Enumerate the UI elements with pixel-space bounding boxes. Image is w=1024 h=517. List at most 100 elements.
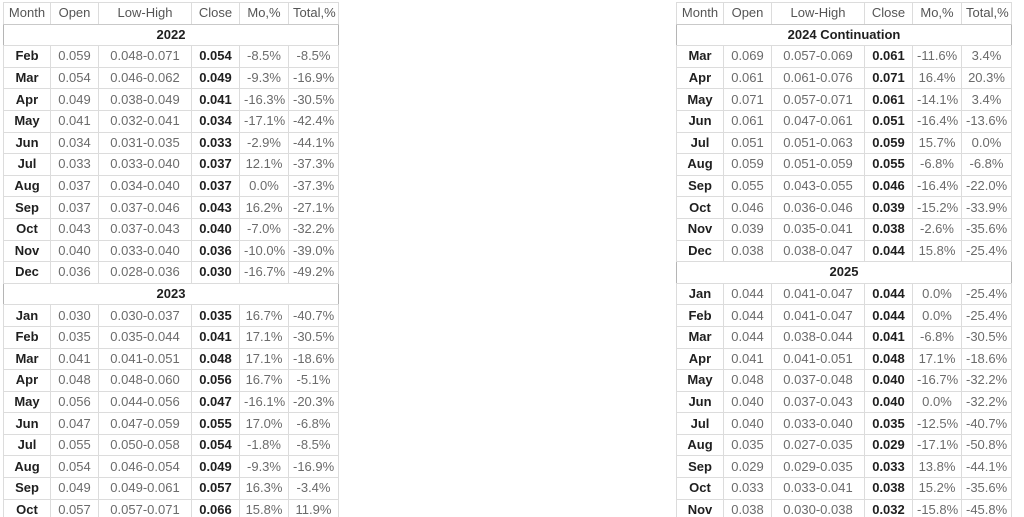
cell-monthly-pct: -16.7% [239,261,289,284]
cell-low-high: 0.027-0.035 [771,433,865,457]
cell-total-pct: -16.9% [288,455,339,479]
table-row: Sep 0.055 0.043-0.055 0.046 -16.4% -22.0% [676,174,1012,198]
column-header-month: Month [676,2,724,25]
cell-monthly-pct: 0.0% [912,390,962,414]
cell-month: Oct [3,498,51,517]
year-label: 2025 [676,261,1012,284]
historical-table-container: Month Open Low-High Close Mo,% Total,% 2022 Fe… [3,2,339,517]
table-row: Dec 0.036 0.028-0.036 0.030 -16.7% -49.2% [3,261,339,284]
cell-month: Feb [676,304,724,327]
table-row: Apr 0.049 0.038-0.049 0.041 -16.3% -30.5% [3,88,339,111]
cell-open: 0.041 [50,109,99,133]
cell-close: 0.043 [191,196,240,219]
cell-low-high: 0.051-0.059 [771,153,865,176]
cell-close: 0.041 [191,325,240,349]
cell-low-high: 0.038-0.047 [771,239,865,263]
cell-close: 0.059 [864,131,913,155]
cell-close: 0.057 [191,477,240,500]
cell-total-pct: -39.0% [288,239,339,263]
cell-total-pct: -30.5% [961,325,1012,349]
cell-total-pct: -32.2% [961,369,1012,392]
cell-monthly-pct: 0.0% [912,282,962,306]
cell-low-high: 0.051-0.063 [771,131,865,155]
table-row: Jul 0.055 0.050-0.058 0.054 -1.8% -8.5% [3,433,339,457]
cell-low-high: 0.057-0.069 [771,45,865,68]
cell-month: Oct [676,477,724,500]
cell-month: Mar [3,66,51,90]
table-row: Sep 0.029 0.029-0.035 0.033 13.8% -44.1% [676,455,1012,479]
cell-open: 0.043 [50,217,99,241]
table-row: Jan 0.044 0.041-0.047 0.044 0.0% -25.4% [676,282,1012,306]
cell-close: 0.038 [864,217,913,241]
year-separator-row: 2024 Continuation [676,23,1012,47]
cell-low-high: 0.050-0.058 [98,433,192,457]
cell-monthly-pct: -15.8% [912,498,962,517]
cell-month: Aug [3,174,51,198]
table-row: Mar 0.069 0.057-0.069 0.061 -11.6% 3.4% [676,45,1012,68]
cell-open: 0.055 [50,433,99,457]
cell-total-pct: -44.1% [288,131,339,155]
cell-total-pct: -42.4% [288,109,339,133]
cell-low-high: 0.041-0.051 [98,347,192,371]
cell-open: 0.048 [723,369,772,392]
cell-monthly-pct: 0.0% [239,174,289,198]
cell-open: 0.040 [723,412,772,435]
table-header: Month Open Low-High Close Mo,% Total,% [676,2,1012,25]
column-header-monthly-pct: Mo,% [239,2,289,25]
table-row: Aug 0.037 0.034-0.040 0.037 0.0% -37.3% [3,174,339,198]
cell-month: Jan [3,304,51,327]
cell-low-high: 0.030-0.037 [98,304,192,327]
cell-month: Dec [676,239,724,263]
cell-close: 0.055 [864,153,913,176]
cell-open: 0.044 [723,304,772,327]
cell-monthly-pct: 0.0% [912,304,962,327]
cell-total-pct: -40.7% [288,304,339,327]
cell-monthly-pct: -9.3% [239,455,289,479]
cell-open: 0.040 [50,239,99,263]
cell-total-pct: -22.0% [961,174,1012,198]
cell-month: May [676,369,724,392]
cell-low-high: 0.034-0.040 [98,174,192,198]
cell-month: Sep [3,196,51,219]
cell-month: Feb [3,45,51,68]
cell-low-high: 0.037-0.046 [98,196,192,219]
table-row: Nov 0.040 0.033-0.040 0.036 -10.0% -39.0% [3,239,339,263]
cell-low-high: 0.061-0.076 [771,66,865,90]
cell-monthly-pct: 15.8% [239,498,289,517]
cell-total-pct: -6.8% [288,412,339,435]
table-row: May 0.041 0.032-0.041 0.034 -17.1% -42.4% [3,109,339,133]
cell-month: Apr [676,66,724,90]
cell-total-pct: -25.4% [961,282,1012,306]
cell-close: 0.032 [864,498,913,517]
cell-total-pct: -50.8% [961,433,1012,457]
cell-open: 0.046 [723,196,772,219]
cell-open: 0.033 [723,477,772,500]
cell-total-pct: -40.7% [961,412,1012,435]
cell-total-pct: -30.5% [288,325,339,349]
cell-low-high: 0.049-0.061 [98,477,192,500]
cell-month: Apr [3,369,51,392]
cell-close: 0.056 [191,369,240,392]
table-row: Jun 0.047 0.047-0.059 0.055 17.0% -6.8% [3,412,339,435]
column-header-total-pct: Total,% [961,2,1012,25]
cell-low-high: 0.033-0.041 [771,477,865,500]
cell-month: Jul [676,131,724,155]
cell-total-pct: -3.4% [288,477,339,500]
column-header-low-high: Low-High [771,2,865,25]
cell-month: Dec [3,261,51,284]
cell-total-pct: 3.4% [961,88,1012,111]
cell-close: 0.061 [864,45,913,68]
cell-monthly-pct: -6.8% [912,153,962,176]
column-header-month: Month [3,2,51,25]
cell-month: Mar [676,325,724,349]
cell-low-high: 0.046-0.054 [98,455,192,479]
cell-total-pct: -37.3% [288,153,339,176]
cell-month: Sep [3,477,51,500]
forecast-monthly-table: Month Open Low-High Close Mo,% Total,% 2024 C… [676,2,1012,517]
cell-monthly-pct: -2.9% [239,131,289,155]
cell-total-pct: 20.3% [961,66,1012,90]
cell-low-high: 0.041-0.051 [771,347,865,371]
cell-open: 0.047 [50,412,99,435]
cell-total-pct: -45.8% [961,498,1012,517]
cell-month: May [676,88,724,111]
